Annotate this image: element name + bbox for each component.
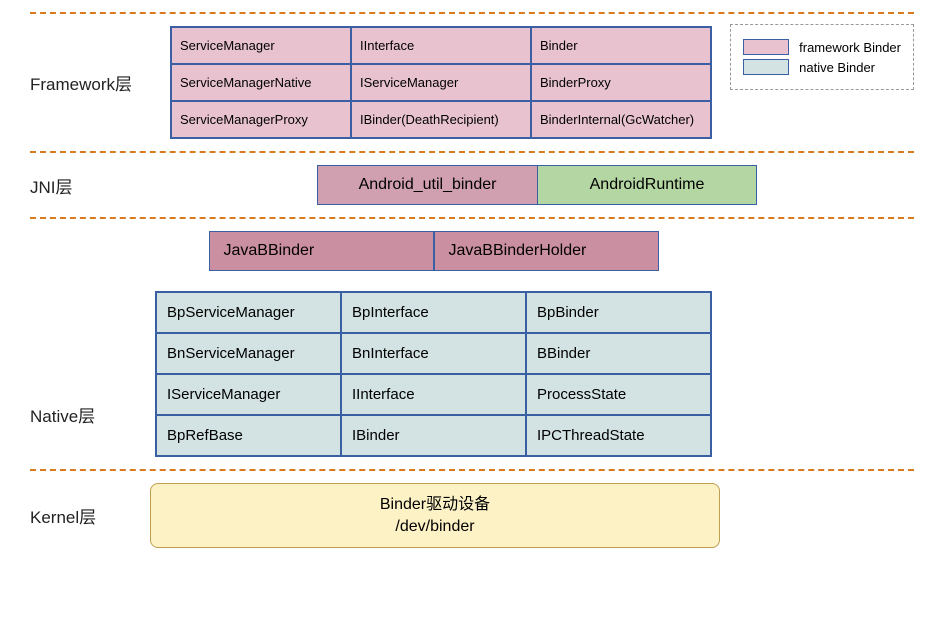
kernel-path: /dev/binder (171, 516, 699, 538)
native-cell: BpRefBase (156, 415, 341, 456)
framework-layer: Framework层 ServiceManager IInterface Bin… (30, 14, 914, 151)
jni-layer: JNI层 Android_util_binder AndroidRuntime (30, 153, 914, 217)
native-cell: IPCThreadState (526, 415, 711, 456)
framework-cell: Binder (531, 27, 711, 64)
native-cell: IServiceManager (156, 374, 341, 415)
kernel-title: Binder驱动设备 (171, 494, 699, 516)
framework-cell: BinderInternal(GcWatcher) (531, 101, 711, 138)
native-cell: BpServiceManager (156, 292, 341, 333)
native-cell: BpBinder (526, 292, 711, 333)
layer-label: Native层 (30, 402, 160, 427)
native-cell: ProcessState (526, 374, 711, 415)
kernel-box: Binder驱动设备 /dev/binder (150, 483, 720, 548)
framework-cell: IInterface (351, 27, 531, 64)
layer-label: JNI层 (30, 173, 160, 198)
native-cell: BnInterface (341, 333, 526, 374)
native-cell: BnServiceManager (156, 333, 341, 374)
native-layer: Native层 JavaBBinder JavaBBinderHolder Bp… (30, 219, 914, 469)
jni-item: Android_util_binder (317, 165, 537, 205)
framework-grid: ServiceManager IInterface Binder Service… (170, 26, 712, 139)
framework-cell: IBinder(DeathRecipient) (351, 101, 531, 138)
native-top-item: JavaBBinderHolder (434, 231, 659, 271)
native-top-pair: JavaBBinder JavaBBinderHolder (209, 231, 659, 271)
framework-cell: ServiceManagerProxy (171, 101, 351, 138)
jni-pair: Android_util_binder AndroidRuntime (317, 165, 757, 205)
kernel-layer: Kernel层 Binder驱动设备 /dev/binder (30, 471, 914, 560)
jni-item: AndroidRuntime (537, 165, 757, 205)
layer-label: Framework层 (30, 70, 160, 95)
native-cell: IInterface (341, 374, 526, 415)
native-cell: BBinder (526, 333, 711, 374)
native-top-item: JavaBBinder (209, 231, 434, 271)
framework-cell: BinderProxy (531, 64, 711, 101)
framework-cell: IServiceManager (351, 64, 531, 101)
framework-cell: ServiceManager (171, 27, 351, 64)
native-grid: BpServiceManager BpInterface BpBinder Bn… (155, 291, 712, 457)
layer-label: Kernel层 (30, 503, 160, 528)
native-cell: IBinder (341, 415, 526, 456)
framework-cell: ServiceManagerNative (171, 64, 351, 101)
native-cell: BpInterface (341, 292, 526, 333)
